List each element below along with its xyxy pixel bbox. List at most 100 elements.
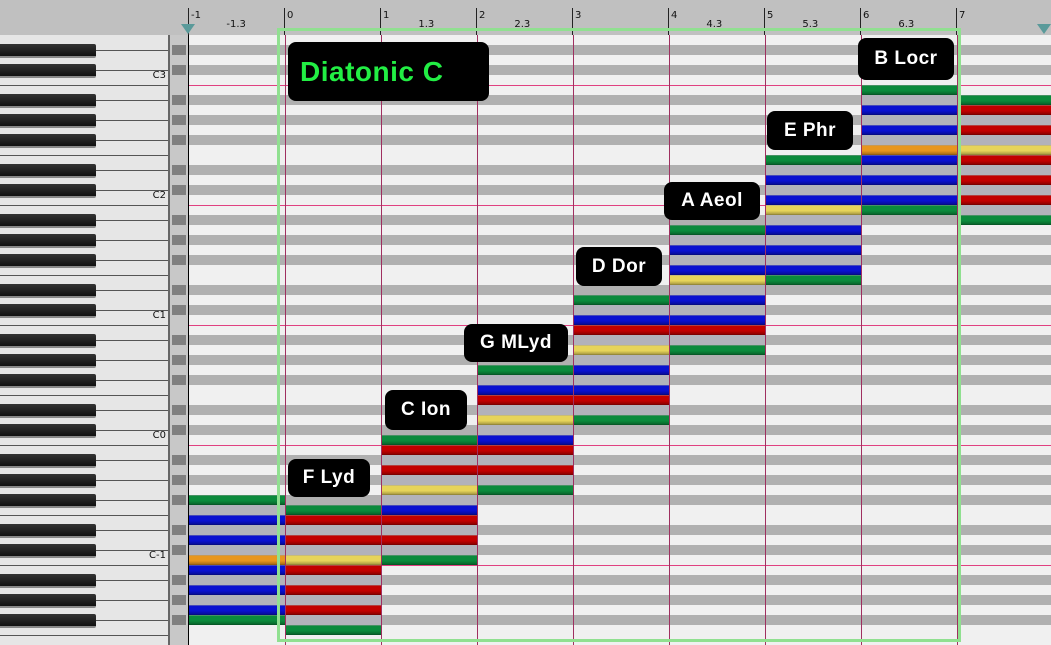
note-red[interactable] xyxy=(573,395,669,405)
note-red[interactable] xyxy=(477,445,573,455)
note-blue[interactable] xyxy=(381,505,477,515)
black-key[interactable] xyxy=(0,254,96,268)
note-red[interactable] xyxy=(573,325,669,335)
note-orange[interactable] xyxy=(861,145,957,155)
piano-keyboard[interactable]: C3 C2 C1 C0 C-1 xyxy=(0,35,170,645)
note-green[interactable] xyxy=(189,495,285,505)
note-blue[interactable] xyxy=(189,515,285,525)
note-blue[interactable] xyxy=(573,315,669,325)
note-red[interactable] xyxy=(477,465,573,475)
note-blue[interactable] xyxy=(189,565,285,575)
note-red[interactable] xyxy=(957,155,1051,165)
black-key[interactable] xyxy=(0,354,96,368)
note-blue[interactable] xyxy=(765,195,861,205)
note-red[interactable] xyxy=(381,535,477,545)
note-green[interactable] xyxy=(189,615,285,625)
note-red[interactable] xyxy=(957,125,1051,135)
black-key[interactable] xyxy=(0,234,96,248)
note-blue[interactable] xyxy=(573,365,669,375)
note-green[interactable] xyxy=(381,435,477,445)
note-red[interactable] xyxy=(381,465,477,475)
note-blue[interactable] xyxy=(669,295,765,305)
note-red[interactable] xyxy=(381,515,477,525)
note-red[interactable] xyxy=(957,105,1051,115)
note-green[interactable] xyxy=(765,275,861,285)
black-key[interactable] xyxy=(0,544,96,558)
note-blue[interactable] xyxy=(861,105,957,115)
note-blue[interactable] xyxy=(861,175,957,185)
note-blue[interactable] xyxy=(477,385,573,395)
note-blue[interactable] xyxy=(477,435,573,445)
piano-roll-grid[interactable] xyxy=(188,35,1051,645)
note-yellow[interactable] xyxy=(765,205,861,215)
note-green[interactable] xyxy=(477,485,573,495)
note-red[interactable] xyxy=(957,175,1051,185)
note-green[interactable] xyxy=(669,345,765,355)
note-red[interactable] xyxy=(285,605,381,615)
note-red[interactable] xyxy=(669,325,765,335)
note-orange[interactable] xyxy=(189,555,285,565)
black-key[interactable] xyxy=(0,574,96,588)
black-key[interactable] xyxy=(0,184,96,198)
black-key[interactable] xyxy=(0,424,96,438)
loop-end-marker[interactable] xyxy=(1037,24,1051,34)
note-blue[interactable] xyxy=(765,225,861,235)
black-key[interactable] xyxy=(0,374,96,388)
note-red[interactable] xyxy=(285,565,381,575)
note-blue[interactable] xyxy=(765,175,861,185)
black-key[interactable] xyxy=(0,474,96,488)
note-green[interactable] xyxy=(861,205,957,215)
note-green[interactable] xyxy=(477,365,573,375)
black-key[interactable] xyxy=(0,214,96,228)
black-key[interactable] xyxy=(0,404,96,418)
note-red[interactable] xyxy=(285,515,381,525)
note-blue[interactable] xyxy=(861,155,957,165)
note-green[interactable] xyxy=(957,95,1051,105)
note-blue[interactable] xyxy=(573,385,669,395)
black-key[interactable] xyxy=(0,304,96,318)
note-yellow[interactable] xyxy=(669,275,765,285)
black-key[interactable] xyxy=(0,134,96,148)
note-green[interactable] xyxy=(285,505,381,515)
black-key[interactable] xyxy=(0,64,96,78)
note-blue[interactable] xyxy=(669,315,765,325)
note-red[interactable] xyxy=(477,395,573,405)
note-green[interactable] xyxy=(573,415,669,425)
note-green[interactable] xyxy=(861,85,957,95)
note-yellow[interactable] xyxy=(957,145,1051,155)
note-red[interactable] xyxy=(957,195,1051,205)
note-blue[interactable] xyxy=(669,265,765,275)
note-yellow[interactable] xyxy=(285,555,381,565)
black-key[interactable] xyxy=(0,524,96,538)
note-red[interactable] xyxy=(285,585,381,595)
black-key[interactable] xyxy=(0,114,96,128)
loop-start-marker[interactable] xyxy=(181,24,195,34)
black-key[interactable] xyxy=(0,454,96,468)
black-key[interactable] xyxy=(0,94,96,108)
note-green[interactable] xyxy=(957,215,1051,225)
note-blue[interactable] xyxy=(861,195,957,205)
black-key[interactable] xyxy=(0,44,96,58)
timeline-ruler[interactable]: -1 -1.3 0 1 1.3 2 2.3 3 4 4.3 5 5.3 6 6.3 7 xyxy=(0,0,1051,37)
note-blue[interactable] xyxy=(669,245,765,255)
note-green[interactable] xyxy=(285,625,381,635)
note-red[interactable] xyxy=(285,535,381,545)
note-green[interactable] xyxy=(381,555,477,565)
black-key[interactable] xyxy=(0,614,96,628)
black-key[interactable] xyxy=(0,494,96,508)
note-blue[interactable] xyxy=(765,245,861,255)
note-blue[interactable] xyxy=(189,585,285,595)
note-blue[interactable] xyxy=(765,265,861,275)
note-green[interactable] xyxy=(669,225,765,235)
note-blue[interactable] xyxy=(189,605,285,615)
note-blue[interactable] xyxy=(189,535,285,545)
note-green[interactable] xyxy=(765,155,861,165)
note-yellow[interactable] xyxy=(477,415,573,425)
black-key[interactable] xyxy=(0,594,96,608)
black-key[interactable] xyxy=(0,334,96,348)
note-blue[interactable] xyxy=(861,125,957,135)
note-yellow[interactable] xyxy=(573,345,669,355)
black-key[interactable] xyxy=(0,164,96,178)
black-key[interactable] xyxy=(0,284,96,298)
note-green[interactable] xyxy=(573,295,669,305)
